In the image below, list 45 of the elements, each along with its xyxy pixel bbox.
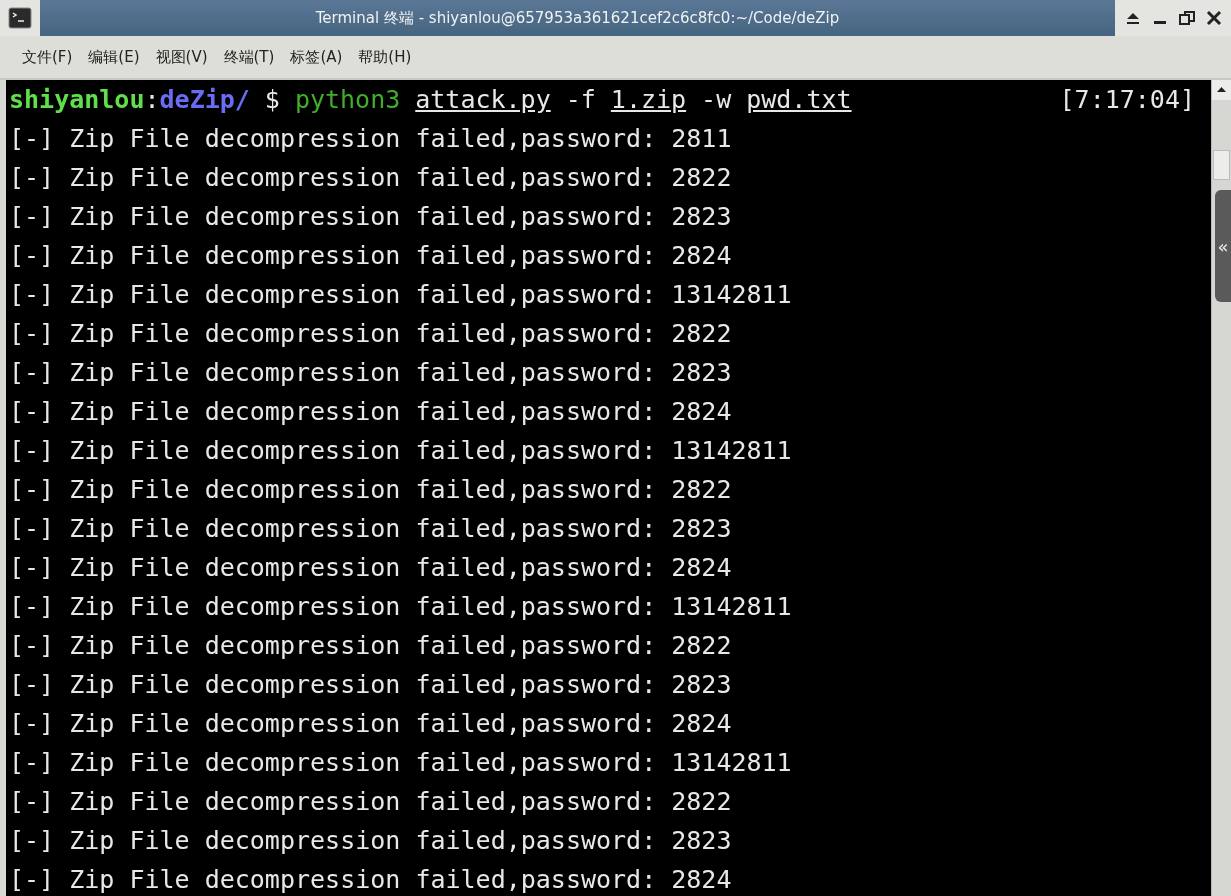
close-icon[interactable]: [1204, 10, 1223, 26]
scroll-up-icon[interactable]: [1212, 80, 1231, 100]
prompt-token: -f: [565, 84, 596, 116]
prompt-token: -w: [701, 84, 732, 116]
maximize-icon[interactable]: [1177, 10, 1196, 26]
menu-item[interactable]: 标签(A): [282, 43, 351, 71]
menu-item[interactable]: 终端(T): [215, 43, 283, 71]
scrollbar[interactable]: «: [1211, 80, 1231, 896]
prompt-token: pwd.txt: [746, 84, 852, 116]
scroll-thumb[interactable]: [1213, 150, 1230, 180]
menu-item[interactable]: 视图(V): [147, 43, 216, 71]
prompt-token: python3: [294, 84, 401, 116]
prompt-token: $: [264, 84, 280, 116]
output-line: [-] Zip File decompression failed,password: 2824: [9, 240, 733, 272]
output-line: [-] Zip File decompression failed,password: 2811: [9, 123, 733, 155]
prompt-token: shiyanlou: [9, 84, 145, 116]
side-panel-tab[interactable]: «: [1215, 190, 1231, 302]
terminal-icon: [8, 7, 32, 29]
output-line: [-] Zip File decompression failed,password: 2824: [9, 708, 733, 740]
prompt-token: 1.zip: [610, 84, 687, 116]
output-line: [-] Zip File decompression failed,password: 2824: [9, 552, 733, 584]
prompt-token: :: [144, 84, 160, 116]
timestamp: [7:17:04]: [1059, 84, 1195, 116]
output-line: [-] Zip File decompression failed,password: 2823: [9, 669, 733, 701]
output-line: [-] Zip File decompression failed,password: 2822: [9, 474, 733, 506]
output-line: [-] Zip File decompression failed,password: 13142811: [9, 279, 793, 311]
output-line: [-] Zip File decompression failed,password: 2822: [9, 318, 733, 350]
menu-item[interactable]: 帮助(H): [350, 43, 420, 71]
output-line: [-] Zip File decompression failed,password: 2822: [9, 630, 733, 662]
output-line: [-] Zip File decompression failed,password: 13142811: [9, 591, 793, 623]
output-line: [-] Zip File decompression failed,password: 2823: [9, 201, 733, 233]
output-line: [-] Zip File decompression failed,password: 2823: [9, 513, 733, 545]
output-line: [-] Zip File decompression failed,password: 2822: [9, 786, 733, 818]
output-line: [-] Zip File decompression failed,password: 2822: [9, 162, 733, 194]
window-title: Terminal 终端 - shiyanlou@657953a361621cef2c6c8fc0:~/Code/deZip: [315, 8, 840, 28]
menu-item[interactable]: 编辑(E): [80, 43, 148, 71]
output-line: [-] Zip File decompression failed,password: 2823: [9, 825, 733, 857]
output-line: [-] Zip File decompression failed,password: 13142811: [9, 435, 793, 467]
output-line: [-] Zip File decompression failed,password: 13142811: [9, 747, 793, 779]
output-line: [-] Zip File decompression failed,password: 2824: [9, 864, 733, 896]
output-line: [-] Zip File decompression failed,password: 2824: [9, 396, 733, 428]
menu-item[interactable]: 文件(F): [14, 43, 81, 71]
prompt-token: deZip/: [159, 84, 250, 116]
prompt-token: attack.py: [415, 84, 551, 116]
output-line: [-] Zip File decompression failed,password: 2823: [9, 357, 733, 389]
